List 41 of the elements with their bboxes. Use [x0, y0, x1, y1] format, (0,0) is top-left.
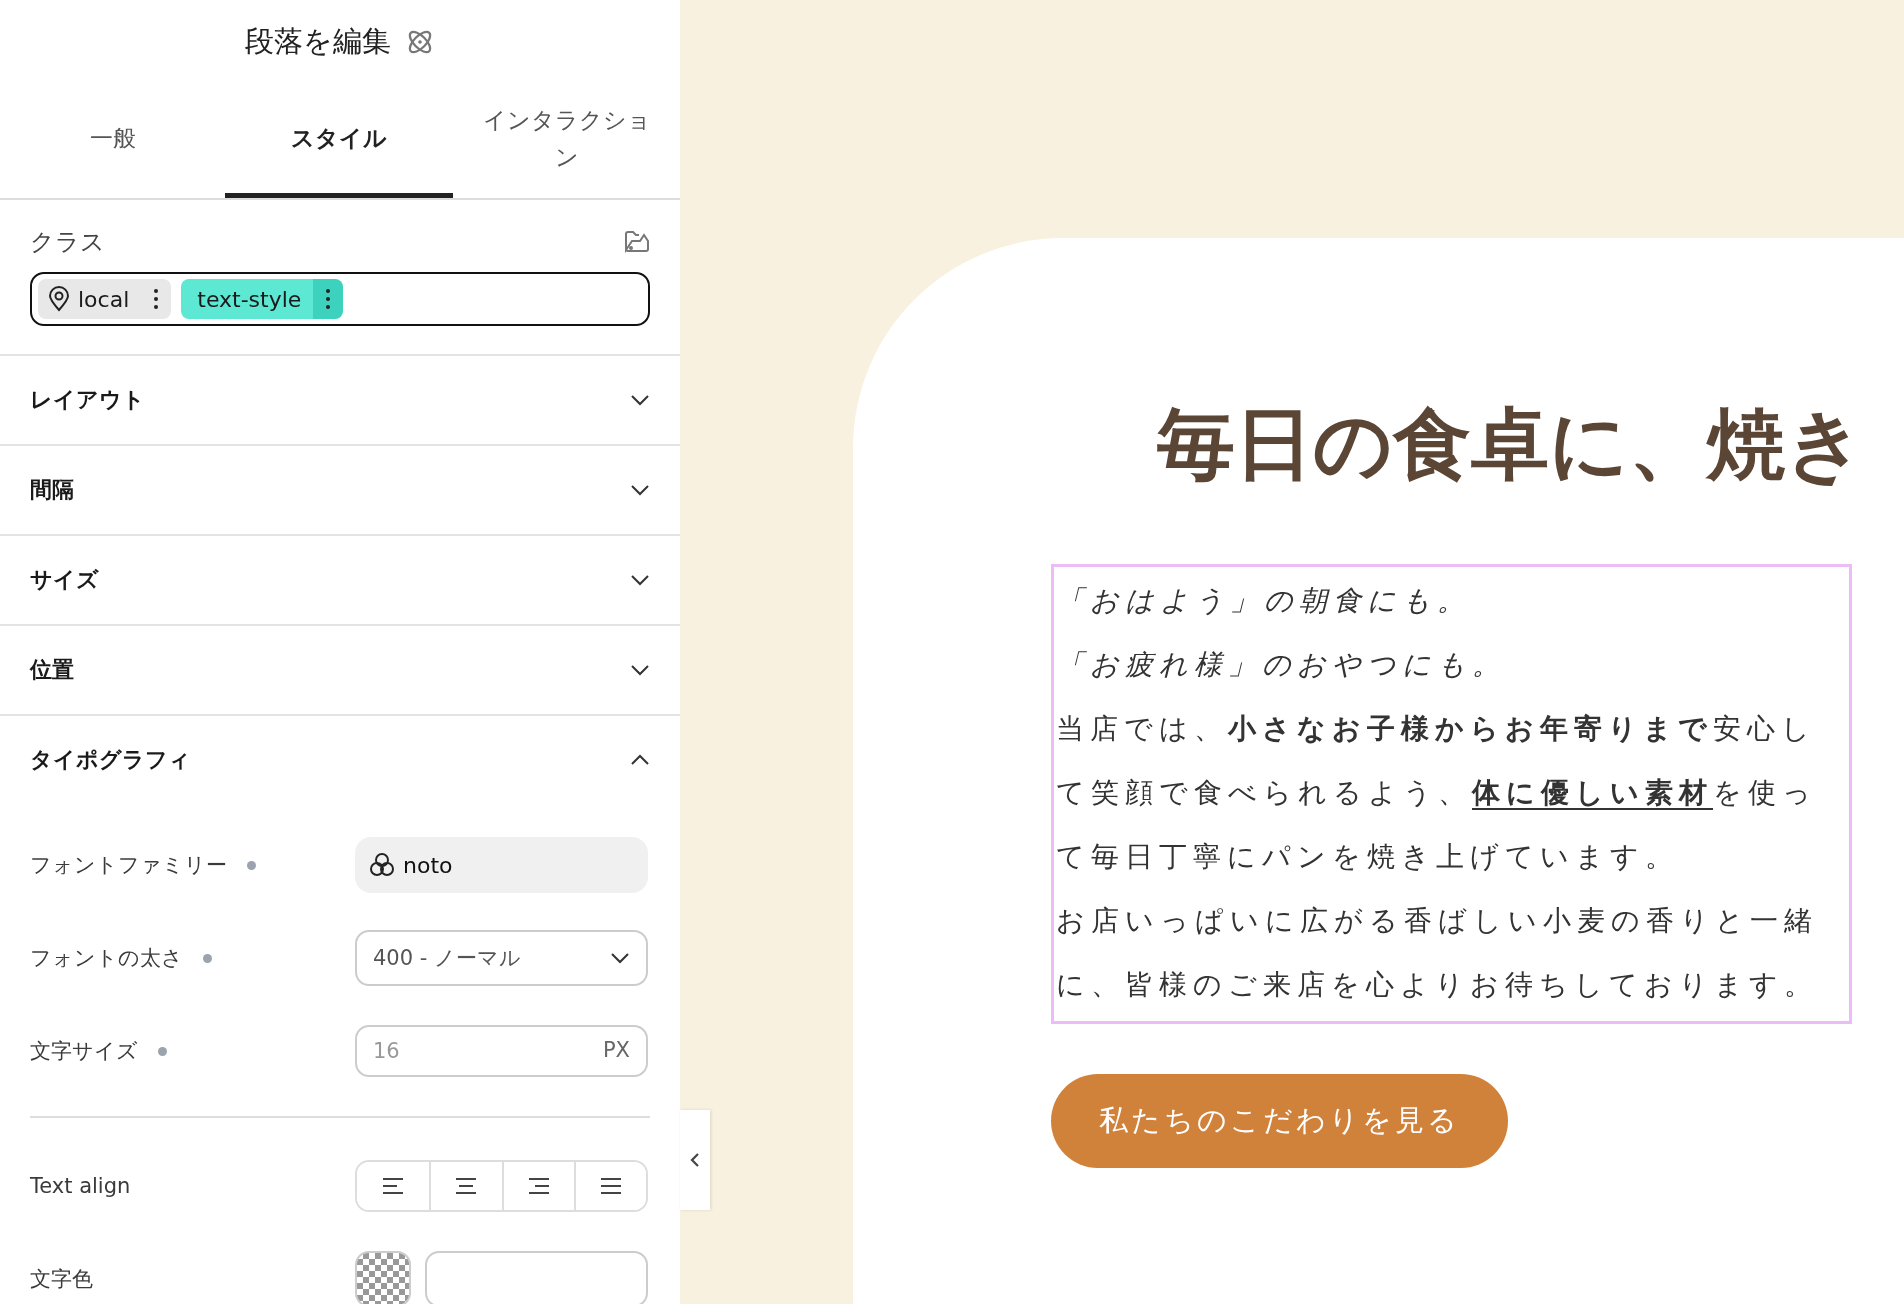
- folder-icon[interactable]: [624, 230, 650, 254]
- field-label: フォントファミリー: [30, 852, 227, 879]
- unit-label: PX: [602, 1038, 630, 1062]
- chevron-down-icon: [610, 952, 630, 964]
- tab[interactable]: インタラクション: [453, 84, 680, 198]
- page-heading: 毎日の食卓に、焼き: [1157, 398, 1866, 491]
- more-icon: [326, 289, 331, 309]
- location-pin-icon: [48, 286, 70, 312]
- font-family-value: noto: [403, 852, 453, 878]
- color-field[interactable]: [424, 1251, 648, 1304]
- align-right-icon: [526, 1177, 551, 1195]
- chip-label: local: [77, 286, 131, 312]
- field-label: 文字サイズ: [30, 1038, 138, 1065]
- chip-label: text-style: [196, 286, 303, 312]
- chevron-down-icon: [630, 394, 650, 406]
- section-label: クラス: [30, 227, 105, 258]
- paragraph[interactable]: 「おはよう」の朝食にも。 「お疲れ様」のおやつにも。 当店では、小さなお子様からお年寄りまで 安心し て笑顔で食べられるよう、体に優しい素材 を使っ て毎日丁寧にパンを焼き上げています。 お店いっぱいに広がる香ばしい小麦の香りと一緒 に、皆様のご来店を心よりお待ちしております。: [1051, 563, 1852, 1024]
- chevron-up-icon: [630, 754, 650, 766]
- align-justify-icon: [598, 1177, 623, 1195]
- chip-menu-button[interactable]: [313, 279, 344, 319]
- color-swatch[interactable]: [355, 1251, 411, 1304]
- chevron-left-icon: [690, 1152, 700, 1168]
- chevron-down-icon: [630, 484, 650, 496]
- align-button[interactable]: [573, 1162, 646, 1210]
- field-label: 文字色: [30, 1266, 93, 1293]
- field-label: フォントの太さ: [30, 945, 183, 972]
- tab[interactable]: 一般: [0, 84, 225, 198]
- align-left-icon: [381, 1177, 406, 1195]
- chevron-down-icon: [630, 574, 650, 586]
- circles-icon: [369, 852, 395, 878]
- class-field[interactable]: local text-style: [30, 272, 650, 326]
- field-label: Text align: [30, 1174, 131, 1198]
- more-icon: [154, 289, 159, 309]
- chevron-down-icon: [630, 664, 650, 676]
- class-chip[interactable]: text-style: [181, 279, 344, 319]
- align-center-icon: [454, 1177, 479, 1195]
- font-weight-select[interactable]: 400 - ノーマル: [355, 930, 648, 986]
- class-chip[interactable]: local: [38, 279, 172, 319]
- font-family-field[interactable]: noto: [355, 837, 648, 893]
- tab[interactable]: スタイル: [225, 84, 453, 198]
- panel-title: 段落を編集: [245, 23, 391, 60]
